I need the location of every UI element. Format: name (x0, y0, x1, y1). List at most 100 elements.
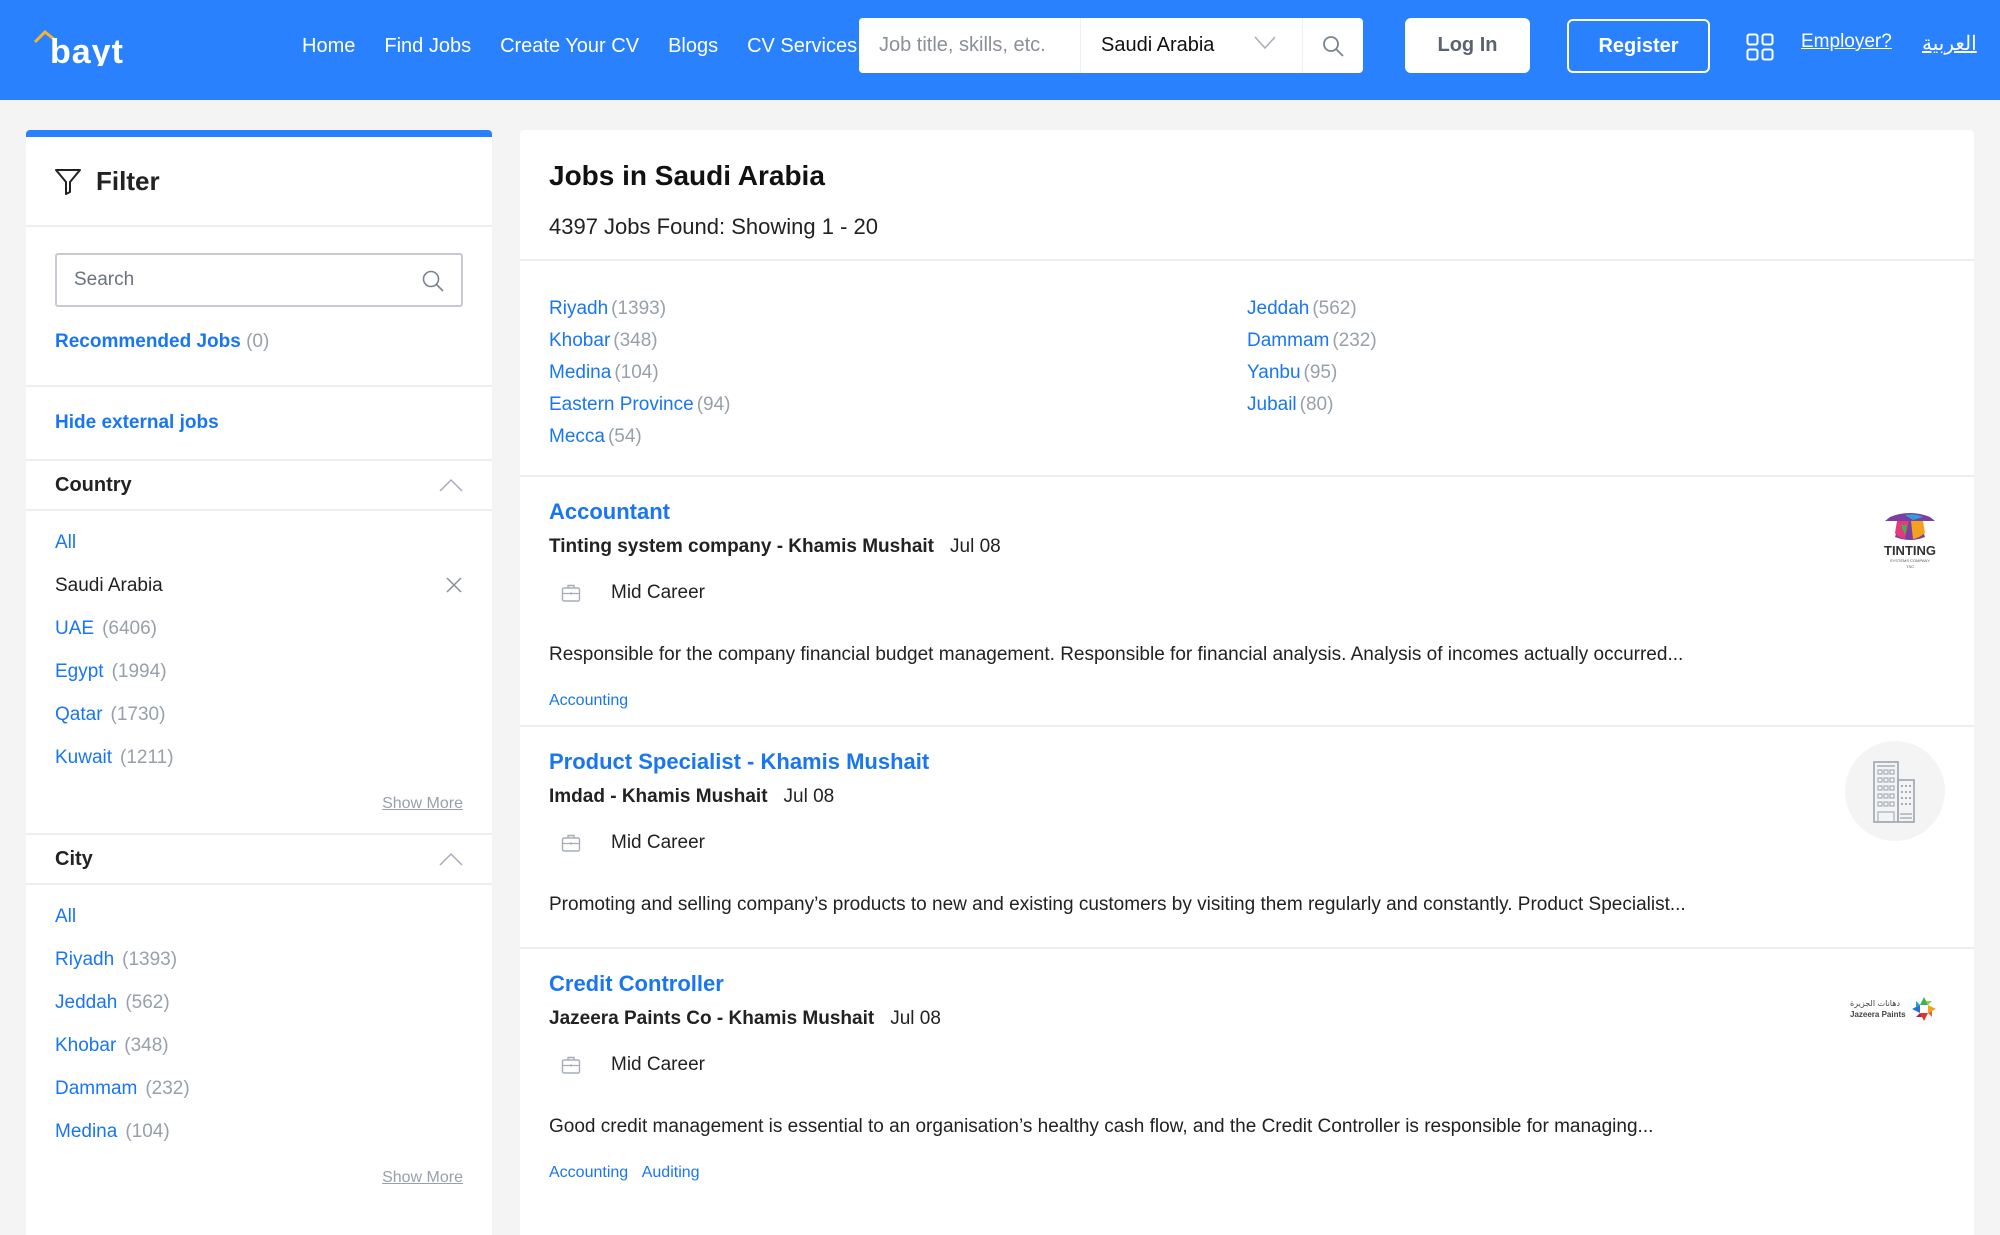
close-icon[interactable] (445, 576, 463, 594)
briefcase-icon (561, 584, 581, 602)
country-select[interactable]: Saudi Arabia (1081, 18, 1303, 73)
tinting-logo-subtext: SYSTEMS COMPANY (1890, 558, 1930, 563)
city-link-item[interactable]: Yanbu (95) (1247, 357, 1945, 389)
city-option-link[interactable]: Dammam (55, 1078, 137, 1100)
recommended-jobs-link[interactable]: Recommended Jobs (55, 331, 241, 352)
nav-cv-services[interactable]: CV Services (747, 35, 857, 58)
city-option-all[interactable]: All (55, 895, 463, 938)
city-show-more[interactable]: Show More (382, 1169, 463, 1186)
city-option[interactable]: Dammam (232) (55, 1067, 463, 1110)
city-section-header[interactable]: City (26, 835, 492, 885)
city-link[interactable]: Jubail (1247, 394, 1297, 415)
search-icon (1323, 35, 1344, 57)
job-search-input[interactable] (859, 18, 1081, 73)
language-switch[interactable]: العربية (1922, 31, 1977, 56)
country-option[interactable]: Qatar (1730) (55, 693, 463, 736)
city-link-item[interactable]: Jubail (80) (1247, 389, 1945, 421)
job-tag[interactable]: Accounting (549, 1164, 628, 1181)
company-logo-placeholder[interactable] (1845, 741, 1945, 841)
chevron-up-icon[interactable] (439, 852, 463, 866)
nav-blogs[interactable]: Blogs (668, 35, 718, 58)
job-title-link[interactable]: Credit Controller (549, 971, 724, 997)
job-card[interactable]: Product Specialist - Khamis Mushait Imda… (520, 727, 1974, 949)
country-option-link[interactable]: Kuwait (55, 747, 112, 769)
city-count: (1393) (611, 298, 667, 319)
city-link-item[interactable]: Dammam (232) (1247, 325, 1945, 357)
city-link[interactable]: Eastern Province (549, 394, 694, 415)
country-option-count: (1211) (120, 746, 174, 768)
search-button[interactable] (1303, 18, 1363, 73)
hide-external-jobs-link[interactable]: Hide external jobs (55, 412, 219, 434)
city-option[interactable]: Riyadh (1393) (55, 938, 463, 981)
country-show-more[interactable]: Show More (382, 795, 463, 812)
register-button[interactable]: Register (1567, 19, 1710, 73)
city-link[interactable]: Yanbu (1247, 362, 1301, 383)
city-option-count: (104) (125, 1120, 170, 1142)
job-title-link[interactable]: Accountant (549, 499, 670, 525)
city-link[interactable]: Riyadh (549, 298, 608, 319)
country-option[interactable]: Kuwait (1211) (55, 736, 463, 779)
city-link-item[interactable]: Khobar (348) (549, 325, 1247, 357)
company-logo-tinting[interactable]: TINTING SYSTEMS COMPANY TSC (1875, 511, 1945, 576)
job-company: Jazeera Paints Co - Khamis Mushait (549, 1008, 875, 1029)
job-tags: Accounting Auditing (549, 1164, 1945, 1198)
job-title-link[interactable]: Product Specialist - Khamis Mushait (549, 749, 929, 775)
city-link[interactable]: Jeddah (1247, 298, 1309, 319)
city-link[interactable]: Mecca (549, 426, 605, 447)
city-option-link[interactable]: Jeddah (55, 992, 117, 1014)
country-option-count: (6406) (102, 617, 157, 639)
employer-link[interactable]: Employer? (1801, 31, 1892, 53)
country-option-link[interactable]: UAE (55, 618, 94, 640)
city-option-link[interactable]: Riyadh (55, 949, 114, 971)
apps-grid-icon[interactable] (1746, 33, 1774, 61)
nav-create-cv[interactable]: Create Your CV (500, 35, 639, 58)
job-tags: Accounting (549, 692, 1945, 726)
bayt-logo[interactable]: bayt (32, 26, 182, 71)
city-option-count: (562) (125, 991, 170, 1013)
company-logo-jazeera[interactable]: دهانات الجزيرة Jazeera Paints (1850, 995, 1936, 1028)
city-link-item[interactable]: Eastern Province (94) (549, 389, 1247, 421)
filter-search-input[interactable] (57, 255, 461, 305)
country-option-link[interactable]: Egypt (55, 661, 104, 683)
city-option-link[interactable]: Khobar (55, 1035, 116, 1057)
recommended-jobs: Recommended Jobs (0) (26, 307, 492, 385)
country-all-link[interactable]: All (55, 532, 76, 554)
country-option-all[interactable]: All (55, 521, 463, 564)
city-link-item[interactable]: Medina (104) (549, 357, 1247, 389)
city-link-item[interactable]: Jeddah (562) (1247, 293, 1945, 325)
job-tag[interactable]: Accounting (549, 692, 628, 709)
country-option-link[interactable]: Qatar (55, 704, 103, 726)
login-button[interactable]: Log In (1405, 18, 1530, 73)
city-option[interactable]: Jeddah (562) (55, 981, 463, 1024)
city-option[interactable]: Medina (104) (55, 1110, 463, 1153)
city-count: (80) (1299, 394, 1334, 415)
briefcase-icon (561, 834, 581, 852)
search-icon[interactable] (421, 269, 445, 293)
country-option[interactable]: UAE (6406) (55, 607, 463, 650)
city-link-item[interactable]: Mecca (54) (549, 421, 1247, 453)
city-all-link[interactable]: All (55, 906, 76, 928)
jazeera-logo-text: Jazeera Paints (1850, 1010, 1906, 1019)
jazeera-logo-arabic: دهانات الجزيرة (1850, 999, 1900, 1008)
city-option-link[interactable]: Medina (55, 1121, 117, 1143)
city-count: (94) (696, 394, 731, 415)
city-link-item[interactable]: Riyadh (1393) (549, 293, 1247, 325)
city-link[interactable]: Khobar (549, 330, 610, 351)
nav-find-jobs[interactable]: Find Jobs (384, 35, 471, 58)
city-link[interactable]: Dammam (1247, 330, 1329, 351)
country-section-header[interactable]: Country (26, 461, 492, 511)
job-date: Jul 08 (783, 786, 835, 807)
country-option[interactable]: Egypt (1994) (55, 650, 463, 693)
city-option[interactable]: Khobar (348) (55, 1024, 463, 1067)
job-tag[interactable]: Auditing (642, 1164, 700, 1181)
city-option-count: (348) (124, 1034, 169, 1056)
job-card[interactable]: Credit Controller Jazeera Paints Co - Kh… (520, 949, 1974, 1198)
tinting-logo-subtext2: TSC (1906, 564, 1914, 569)
city-link[interactable]: Medina (549, 362, 611, 383)
nav-home[interactable]: Home (302, 35, 355, 58)
logo-placeholder-circle (1845, 741, 1945, 841)
city-count: (104) (614, 362, 659, 383)
chevron-up-icon[interactable] (439, 478, 463, 492)
job-card[interactable]: Accountant Tinting system company - Kham… (520, 477, 1974, 727)
city-count: (232) (1332, 330, 1377, 351)
